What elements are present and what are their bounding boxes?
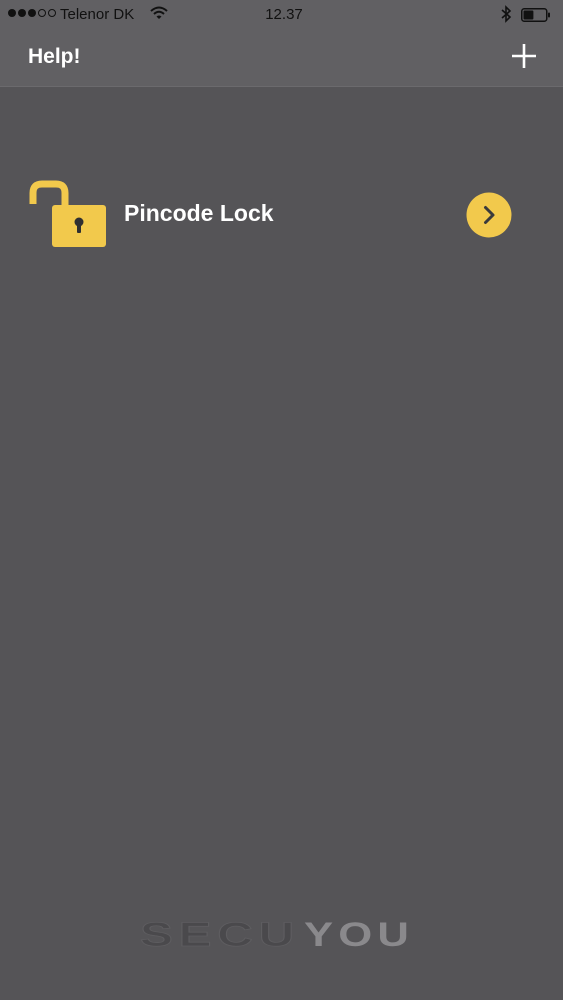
status-time: 12.37	[265, 6, 303, 23]
battery-level-fill	[523, 10, 534, 20]
secuyou-logo: SECU YOU	[140, 916, 414, 952]
plus-icon[interactable]	[508, 40, 540, 72]
lock-list-item[interactable]: Pincode Lock	[0, 170, 563, 260]
signal-strength-icon	[8, 9, 56, 17]
signal-dot	[48, 9, 56, 17]
signal-dot	[18, 9, 26, 17]
help-link[interactable]: Help!	[28, 45, 81, 69]
signal-dot	[28, 9, 36, 17]
svg-text:YOU: YOU	[304, 916, 414, 952]
bluetooth-icon	[501, 5, 512, 23]
signal-dot	[8, 9, 16, 17]
wifi-icon	[150, 6, 168, 19]
chevron-right-icon[interactable]	[466, 192, 512, 238]
signal-dot	[38, 9, 46, 17]
padlock-open-icon	[29, 180, 106, 247]
battery-icon	[521, 8, 550, 22]
lock-name: Pincode Lock	[124, 200, 274, 226]
carrier-name: Telenor DK	[60, 6, 135, 23]
app-screen: Telenor DK 12.37 Help! Pincode Lock SECU…	[0, 0, 563, 1000]
status-bar: Telenor DK 12.37	[0, 0, 563, 30]
top-bar: Telenor DK 12.37 Help!	[0, 0, 563, 87]
svg-text:SECU: SECU	[140, 916, 300, 952]
